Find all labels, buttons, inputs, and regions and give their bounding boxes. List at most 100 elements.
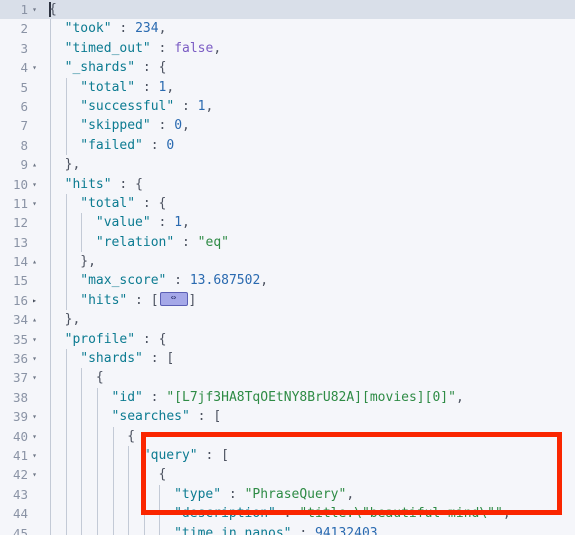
code-lines-container[interactable]: 1 ▾{2 "took" : 234, 3 "timed_out" : false, 4 ▾… xyxy=(0,0,575,535)
code-line-content[interactable]: }, xyxy=(42,310,575,330)
line-number-gutter[interactable]: 13 xyxy=(0,232,42,253)
line-number-gutter[interactable]: 4 ▾ xyxy=(0,58,42,78)
line-number-gutter[interactable]: 16 ▸ xyxy=(0,290,42,311)
code-line[interactable]: 11 ▾ "total" : { xyxy=(0,193,575,214)
fold-toggle-icon[interactable]: ▾ xyxy=(29,465,40,484)
fold-toggle-icon[interactable]: ▾ xyxy=(29,349,40,368)
collapsed-range-icon[interactable]: ⇔ xyxy=(159,292,188,307)
code-line-content[interactable]: "value" : 1, xyxy=(42,213,575,233)
code-line-content[interactable]: }, xyxy=(42,252,575,272)
line-number-gutter[interactable]: 10 ▾ xyxy=(0,174,42,194)
code-line[interactable]: 1 ▾ { xyxy=(0,0,575,20)
code-line[interactable]: 13 "relation" : "eq" xyxy=(0,232,575,253)
code-line[interactable]: 36 ▾ "shards" : [ xyxy=(0,349,575,369)
line-number-gutter[interactable]: 45 xyxy=(0,523,42,535)
code-line-content[interactable]: "timed_out" : false, xyxy=(42,38,575,59)
code-line-content[interactable]: "hits" : { xyxy=(42,174,575,194)
code-line-content[interactable]: { xyxy=(42,368,575,388)
code-line[interactable]: 14 ▴}, xyxy=(0,252,575,272)
line-number-gutter[interactable]: 2 xyxy=(0,19,42,39)
line-number-gutter[interactable]: 14 ▴ xyxy=(0,252,42,272)
line-number-gutter[interactable]: 40 ▾ xyxy=(0,426,42,446)
line-number-gutter[interactable]: 15 xyxy=(0,271,42,291)
code-line-content[interactable]: "failed" : 0 xyxy=(42,135,575,156)
code-line[interactable]: 44 "description" : "title:\"beautiful min… xyxy=(0,504,575,524)
code-line-content[interactable]: "id" : "[L7jf3HA8TqOEtNY8BrU82A][movies]… xyxy=(42,387,575,408)
code-line[interactable]: 8 "failed" : 0 xyxy=(0,135,575,156)
fold-expand-icon[interactable]: ▸ xyxy=(29,291,40,310)
fold-toggle-icon[interactable]: ▾ xyxy=(29,0,40,19)
fold-toggle-icon[interactable]: ▴ xyxy=(29,155,40,174)
fold-toggle-icon[interactable]: ▾ xyxy=(29,194,40,213)
code-line[interactable]: 45 "time_in_nanos" : 94132403, xyxy=(0,523,575,535)
code-line[interactable]: 42 ▾ { xyxy=(0,465,575,485)
code-line[interactable]: 16 ▸ "hits" : [⇔] xyxy=(0,290,575,311)
line-number-gutter[interactable]: 9 ▴ xyxy=(0,155,42,175)
code-line-content[interactable]: { xyxy=(42,0,575,20)
code-line-content[interactable]: "description" : "title:\"beautiful mind\… xyxy=(42,504,575,524)
code-line[interactable]: 40 ▾ { xyxy=(0,426,575,446)
code-line-content[interactable]: "profile" : { xyxy=(42,329,575,350)
line-number-gutter[interactable]: 35 ▾ xyxy=(0,329,42,350)
line-number-gutter[interactable]: 3 xyxy=(0,38,42,59)
code-line-content[interactable]: "_shards" : { xyxy=(42,58,575,78)
code-line-content[interactable]: "relation" : "eq" xyxy=(42,232,575,253)
line-number-gutter[interactable]: 11 ▾ xyxy=(0,193,42,214)
fold-toggle-icon[interactable]: ▾ xyxy=(29,175,40,194)
line-number-gutter[interactable]: 41 ▾ xyxy=(0,445,42,466)
fold-toggle-icon[interactable]: ▴ xyxy=(29,310,40,329)
code-line[interactable]: 38 "id" : "[L7jf3HA8TqOEtNY8BrU82A][movie… xyxy=(0,387,575,408)
code-line-content[interactable]: "searches" : [ xyxy=(42,407,575,427)
fold-toggle-icon[interactable]: ▴ xyxy=(29,252,40,271)
fold-toggle-icon[interactable]: ▾ xyxy=(29,368,40,387)
code-line[interactable]: 4 ▾ "_shards" : { xyxy=(0,58,575,78)
code-line-content[interactable]: "took" : 234, xyxy=(42,19,575,39)
code-line[interactable]: 12 "value" : 1, xyxy=(0,213,575,233)
code-line[interactable]: 6 "successful" : 1, xyxy=(0,96,575,117)
code-line-content[interactable]: { xyxy=(42,465,575,485)
line-number-gutter[interactable]: 44 xyxy=(0,504,42,524)
code-line[interactable]: 15 "max_score" : 13.687502, xyxy=(0,271,575,291)
line-number-gutter[interactable]: 12 xyxy=(0,213,42,233)
code-line-content[interactable]: "total" : { xyxy=(42,193,575,214)
line-number-gutter[interactable]: 42 ▾ xyxy=(0,465,42,485)
fold-toggle-icon[interactable]: ▾ xyxy=(29,446,40,465)
code-line-content[interactable]: "query" : [ xyxy=(42,445,575,466)
code-line-content[interactable]: "max_score" : 13.687502, xyxy=(42,271,575,291)
line-number-gutter[interactable]: 34 ▴ xyxy=(0,310,42,330)
line-number-gutter[interactable]: 39 ▾ xyxy=(0,407,42,427)
code-line[interactable]: 39 ▾ "searches" : [ xyxy=(0,407,575,427)
code-line-content[interactable]: "successful" : 1, xyxy=(42,96,575,117)
line-number-gutter[interactable]: 38 xyxy=(0,387,42,408)
line-number-gutter[interactable]: 37 ▾ xyxy=(0,368,42,388)
code-line[interactable]: 41 ▾ "query" : [ xyxy=(0,445,575,466)
line-number-gutter[interactable]: 43 xyxy=(0,484,42,505)
code-line[interactable]: 35 ▾ "profile" : { xyxy=(0,329,575,350)
code-line[interactable]: 10 ▾ "hits" : { xyxy=(0,174,575,194)
code-line[interactable]: 5 "total" : 1, xyxy=(0,77,575,97)
code-line-content[interactable]: "type" : "PhraseQuery", xyxy=(42,484,575,505)
code-line-content[interactable]: "hits" : [⇔] xyxy=(42,290,575,311)
line-number-gutter[interactable]: 7 xyxy=(0,116,42,136)
line-number-gutter[interactable]: 8 xyxy=(0,135,42,156)
line-number-gutter[interactable]: 6 xyxy=(0,96,42,117)
code-line[interactable]: 9 ▴}, xyxy=(0,155,575,175)
code-line-content[interactable]: "total" : 1, xyxy=(42,77,575,97)
fold-toggle-icon[interactable]: ▾ xyxy=(29,58,40,77)
fold-toggle-icon[interactable]: ▾ xyxy=(29,427,40,446)
code-editor[interactable]: 1 ▾{2 "took" : 234, 3 "timed_out" : false, 4 ▾… xyxy=(0,0,575,535)
code-line[interactable]: 2 "took" : 234, xyxy=(0,19,575,39)
fold-toggle-icon[interactable]: ▾ xyxy=(29,330,40,349)
line-number-gutter[interactable]: 5 xyxy=(0,77,42,97)
code-line-content[interactable]: "shards" : [ xyxy=(42,349,575,369)
code-line-content[interactable]: }, xyxy=(42,155,575,175)
code-line[interactable]: 37 ▾ { xyxy=(0,368,575,388)
code-line-content[interactable]: { xyxy=(42,426,575,446)
code-line-content[interactable]: "time_in_nanos" : 94132403, xyxy=(42,523,575,535)
code-line[interactable]: 34 ▴}, xyxy=(0,310,575,330)
line-number-gutter[interactable]: 36 ▾ xyxy=(0,349,42,369)
fold-toggle-icon[interactable]: ▾ xyxy=(29,407,40,426)
code-line-content[interactable]: "skipped" : 0, xyxy=(42,116,575,136)
line-number-gutter[interactable]: 1 ▾ xyxy=(0,0,42,20)
code-line[interactable]: 3 "timed_out" : false, xyxy=(0,38,575,59)
